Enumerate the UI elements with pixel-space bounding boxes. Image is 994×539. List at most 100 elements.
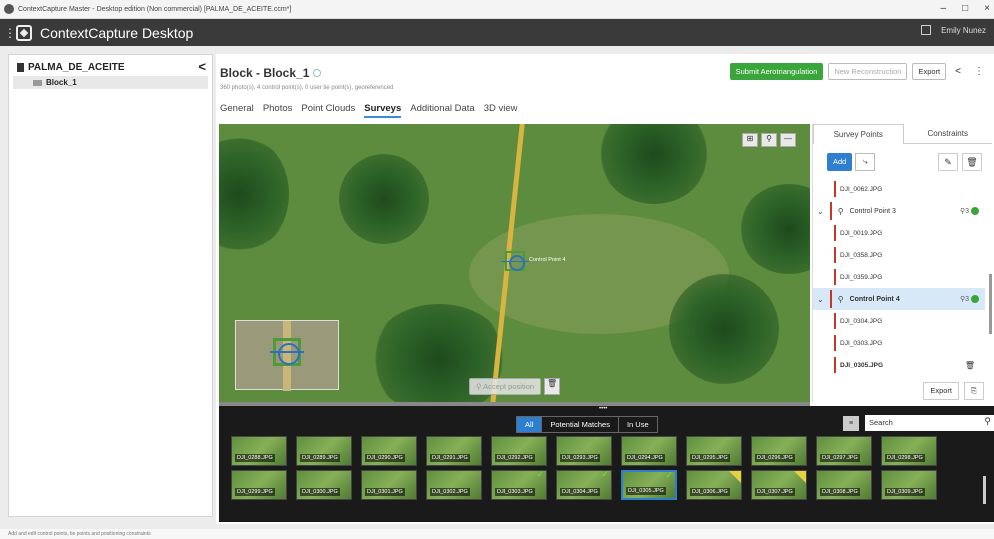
photo-thumbnail[interactable]: DJI_0294.JPG bbox=[621, 436, 677, 466]
share-icon[interactable]: < bbox=[951, 66, 965, 77]
tab-general[interactable]: General bbox=[220, 103, 254, 118]
project-sidebar: PALMA_DE_ACEITE < Block_1 bbox=[8, 54, 213, 517]
survey-image-row[interactable]: DJI_0303.JPG bbox=[813, 332, 985, 354]
photo-thumbnail[interactable]: DJI_0299.JPG bbox=[231, 470, 287, 500]
photo-thumbnail[interactable]: DJI_0300.JPG bbox=[296, 470, 352, 500]
tab-3d-view[interactable]: 3D view bbox=[484, 103, 518, 118]
palm-tree bbox=[219, 134, 289, 254]
control-point-row[interactable]: ⌄ ⚲ Control Point 3 ⚲3 bbox=[813, 200, 985, 222]
submit-aerotriangulation-button[interactable]: Submit Aerotriangulation bbox=[729, 63, 824, 80]
block-panel: Block - Block_1 360 photo(s), 4 control … bbox=[216, 54, 994, 524]
window-mode-icon[interactable] bbox=[921, 25, 932, 35]
tab-point-clouds[interactable]: Point Clouds bbox=[301, 103, 355, 118]
control-point-marker[interactable] bbox=[501, 251, 529, 271]
sort-filter-icon[interactable]: ≡ bbox=[843, 415, 859, 431]
photo-thumbnail[interactable]: DJI_0296.JPG bbox=[751, 436, 807, 466]
import-icon[interactable]: ⤷ bbox=[855, 153, 876, 171]
thumbnail-label: DJI_0291.JPG bbox=[430, 454, 470, 462]
photo-thumbnail[interactable]: DJI_0298.JPG bbox=[881, 436, 937, 466]
survey-panel: Survey Points Constraints Add ⤷ ✎ 🗑 DJI_… bbox=[812, 124, 992, 402]
control-point-row[interactable]: ⌄ ⚲ Control Point 4 ⚲3 bbox=[813, 288, 985, 310]
thumbnail-label: DJI_0298.JPG bbox=[885, 454, 925, 462]
photo-thumbnail[interactable]: DJI_0301.JPG bbox=[361, 470, 417, 500]
user-name[interactable]: Emily Nunez bbox=[941, 26, 986, 35]
photo-thumbnail[interactable]: DJI_0292.JPG bbox=[491, 436, 547, 466]
trash-icon[interactable]: 🗑 bbox=[962, 153, 982, 171]
more-options-icon[interactable]: ⋮ bbox=[970, 66, 988, 77]
photo-thumbnail[interactable]: DJI_0295.JPG bbox=[686, 436, 742, 466]
survey-image-row[interactable]: DJI_0305.JPG 🗑 bbox=[813, 354, 985, 376]
strip-scrollbar[interactable] bbox=[983, 476, 986, 504]
photo-thumbnail[interactable]: DJI_0302.JPG bbox=[426, 470, 482, 500]
tab-photos[interactable]: Photos bbox=[263, 103, 293, 118]
survey-footer: Export ⎘ bbox=[923, 382, 984, 400]
photo-thumbnail[interactable]: DJI_0305.JPG ✓ bbox=[621, 470, 677, 500]
info-icon[interactable] bbox=[313, 69, 322, 77]
tab-constraints[interactable]: Constraints bbox=[903, 124, 992, 144]
sidebar-item-block[interactable]: Block_1 bbox=[13, 76, 208, 89]
photo-thumbnail[interactable]: DJI_0297.JPG bbox=[816, 436, 872, 466]
survey-image-row[interactable]: DJI_0019.JPG bbox=[813, 222, 985, 244]
status-bar-marker bbox=[834, 357, 836, 373]
trash-icon[interactable]: 🗑 bbox=[965, 361, 975, 370]
photo-thumbnail[interactable]: DJI_0304.JPG ✓ bbox=[556, 469, 612, 500]
fit-view-icon[interactable]: ⊞ bbox=[742, 133, 758, 147]
tab-surveys[interactable]: Surveys bbox=[364, 103, 402, 118]
thumbnail-label: DJI_0295.JPG bbox=[690, 454, 730, 462]
photo-thumbnail[interactable]: DJI_0288.JPG bbox=[231, 436, 287, 466]
tab-additional-data[interactable]: Additional Data bbox=[410, 103, 474, 118]
photo-thumbnail[interactable]: DJI_0308.JPG bbox=[816, 470, 872, 500]
accept-position-button[interactable]: ⚲ Accept position bbox=[469, 378, 542, 395]
thumbnail-label: DJI_0300.JPG bbox=[300, 488, 340, 496]
filter-all[interactable]: All bbox=[517, 417, 542, 432]
export-button[interactable]: Export bbox=[912, 63, 947, 80]
survey-point-list: DJI_0062.JPG ⌄ ⚲ Control Point 3 ⚲3 DJI_0019.… bbox=[813, 178, 985, 376]
thumbnail-label: DJI_0308.JPG bbox=[820, 488, 860, 496]
photo-thumbnail[interactable]: DJI_0309.JPG bbox=[881, 470, 937, 500]
photo-viewer[interactable]: Control Point 4 ⊞ ⚲ — ⚲ Accept position … bbox=[219, 124, 810, 402]
filter-in-use[interactable]: In Use bbox=[619, 417, 657, 432]
photo-thumbnail[interactable]: DJI_0307.JPG bbox=[751, 470, 807, 500]
photo-search-input[interactable]: Search ⚲ bbox=[865, 415, 994, 431]
menu-icon[interactable]: ⋮ bbox=[4, 26, 16, 40]
close-button[interactable]: × bbox=[984, 3, 990, 14]
clipboard-icon[interactable]: ⎘ bbox=[964, 382, 984, 400]
thumbnail-label: DJI_0299.JPG bbox=[235, 488, 275, 496]
survey-image-name: DJI_0305.JPG bbox=[840, 361, 884, 369]
chevron-down-icon[interactable]: ⌄ bbox=[817, 295, 824, 304]
survey-image-row[interactable]: DJI_0062.JPG bbox=[813, 178, 985, 200]
checkmark-icon: ✓ bbox=[665, 470, 673, 480]
thumbnail-label: DJI_0290.JPG bbox=[365, 454, 405, 462]
edit-pencil-icon[interactable]: ✎ bbox=[938, 153, 958, 171]
tab-survey-points[interactable]: Survey Points bbox=[813, 124, 904, 144]
collapse-sidebar-button[interactable]: < bbox=[198, 59, 206, 74]
magnifier-toggle-icon[interactable]: ⚲ bbox=[761, 133, 777, 147]
project-root[interactable]: PALMA_DE_ACEITE bbox=[17, 62, 125, 73]
status-bar-marker bbox=[834, 335, 836, 351]
photo-thumbnail[interactable]: DJI_0290.JPG bbox=[361, 436, 417, 466]
delete-position-icon[interactable]: 🗑 bbox=[544, 378, 561, 395]
zoom-out-icon[interactable]: — bbox=[780, 133, 796, 147]
strip-drag-handle[interactable]: •••• bbox=[599, 406, 607, 412]
magnified-marker bbox=[270, 338, 304, 366]
search-icon[interactable]: ⚲ bbox=[984, 416, 991, 427]
minimize-button[interactable]: – bbox=[941, 3, 947, 14]
add-survey-point-button[interactable]: Add bbox=[827, 153, 853, 171]
maximize-button[interactable]: □ bbox=[962, 3, 968, 14]
survey-image-row[interactable]: DJI_0358.JPG bbox=[813, 244, 985, 266]
filter-potential-matches[interactable]: Potential Matches bbox=[541, 417, 619, 432]
photo-thumbnail[interactable]: DJI_0306.JPG bbox=[686, 470, 742, 500]
photo-thumbnail[interactable]: DJI_0289.JPG bbox=[296, 436, 352, 466]
survey-image-row[interactable]: DJI_0359.JPG bbox=[813, 266, 985, 288]
photo-thumbnail[interactable]: DJI_0293.JPG bbox=[556, 436, 612, 466]
new-reconstruction-button[interactable]: New Reconstruction bbox=[828, 63, 908, 80]
thumbnail-label: DJI_0306.JPG bbox=[690, 488, 730, 496]
photo-thumbnail[interactable]: DJI_0303.JPG ✓ bbox=[491, 469, 547, 500]
photo-thumbnail[interactable]: DJI_0291.JPG bbox=[426, 436, 482, 466]
chevron-down-icon[interactable]: ⌄ bbox=[817, 207, 824, 216]
export-survey-button[interactable]: Export bbox=[923, 382, 959, 400]
block-tabs: General Photos Point Clouds Surveys Addi… bbox=[220, 103, 517, 118]
survey-image-row[interactable]: DJI_0304.JPG bbox=[813, 310, 985, 332]
check-circle-icon bbox=[971, 207, 979, 216]
survey-list-scrollbar[interactable] bbox=[989, 274, 992, 334]
